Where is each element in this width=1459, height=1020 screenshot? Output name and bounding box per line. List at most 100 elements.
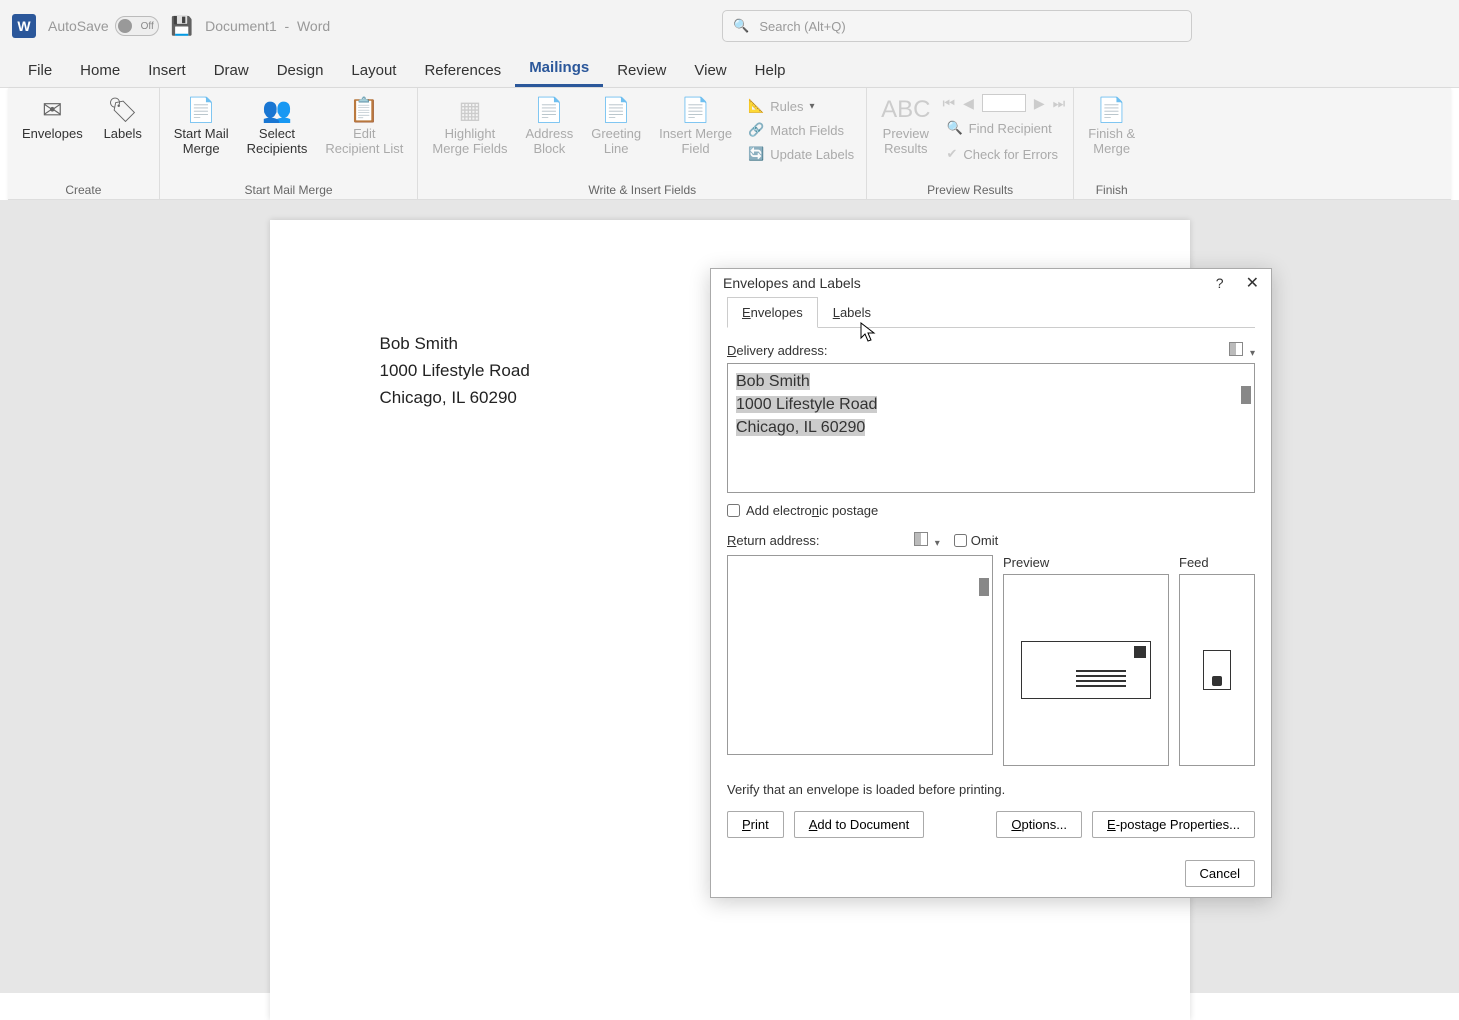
group-create: ✉ Envelopes 🏷 Labels Create (8, 88, 160, 199)
record-navigation: ⏮ ◀ ▶ ⏭ (942, 94, 1065, 112)
scrollbar-thumb[interactable] (1241, 386, 1251, 404)
print-button[interactable]: Print (727, 811, 784, 838)
tab-home[interactable]: Home (66, 54, 134, 87)
envelope-icon: ✉ (42, 96, 62, 124)
labels-tab[interactable]: Labels (818, 297, 886, 328)
merge-field-icon: 📄 (681, 96, 711, 124)
labels-icon: 🏷 (107, 96, 137, 124)
autosave-control[interactable]: AutoSave Off (48, 16, 159, 36)
preview-label: Preview (1003, 555, 1169, 570)
find-recipient-button: 🔍Find Recipient (942, 118, 1065, 138)
ribbon: ✉ Envelopes 🏷 Labels Create 📄 Start Mail… (8, 88, 1451, 200)
delivery-address-label: Delivery address: (727, 343, 827, 358)
check-icon: ✔ (946, 146, 957, 162)
start-mail-merge-button[interactable]: 📄 Start Mail Merge (168, 92, 235, 160)
feed-label: Feed (1179, 555, 1255, 570)
rules-icon: 📐 (748, 98, 764, 114)
preview-icon: ABC (881, 96, 930, 124)
group-write-insert: ▦ Highlight Merge Fields 📄 Address Block… (418, 88, 867, 199)
address-book-dropdown[interactable]: ▾ (1229, 342, 1255, 359)
tab-layout[interactable]: Layout (337, 54, 410, 87)
group-preview-label: Preview Results (875, 183, 1065, 199)
help-icon[interactable]: ? (1216, 275, 1224, 291)
address-block-button: 📄 Address Block (520, 92, 580, 160)
group-write-label: Write & Insert Fields (426, 183, 858, 199)
add-to-document-button[interactable]: Add to Document (794, 811, 924, 838)
envelopes-tab[interactable]: Envelopes (727, 297, 818, 328)
update-icon: 🔄 (748, 146, 764, 162)
tab-mailings[interactable]: Mailings (515, 51, 603, 87)
close-icon[interactable]: ✕ (1246, 273, 1259, 293)
check-errors-button: ✔Check for Errors (942, 144, 1065, 164)
envelope-preview-graphic (1021, 641, 1151, 699)
tab-design[interactable]: Design (263, 54, 338, 87)
envelope-preview[interactable] (1003, 574, 1169, 766)
preview-results-button: ABC Preview Results (875, 92, 936, 160)
address-block-icon: 📄 (534, 96, 564, 124)
rules-button: 📐Rules ▾ (744, 96, 858, 116)
record-number-input (982, 94, 1026, 112)
add-electronic-postage-checkbox[interactable] (727, 504, 740, 517)
search-input[interactable]: 🔍 Search (Alt+Q) (722, 10, 1192, 42)
envelopes-labels-dialog: Envelopes and Labels ? ✕ Envelopes Label… (710, 268, 1272, 898)
verify-text: Verify that an envelope is loaded before… (727, 782, 1255, 797)
edit-recipient-list-button: 📋 Edit Recipient List (319, 92, 409, 160)
envelopes-button[interactable]: ✉ Envelopes (16, 92, 89, 145)
dialog-titlebar: Envelopes and Labels ? ✕ (711, 269, 1271, 296)
epostage-properties-button[interactable]: E-postage Properties... (1092, 811, 1255, 838)
autosave-toggle[interactable]: Off (115, 16, 159, 36)
greeting-icon: 📄 (601, 96, 631, 124)
group-preview-results: ABC Preview Results ⏮ ◀ ▶ ⏭ 🔍Find Recipi… (867, 88, 1074, 199)
search-icon: 🔍 (733, 18, 749, 34)
select-recipients-icon: 👥 (262, 96, 292, 124)
tab-references[interactable]: References (410, 54, 515, 87)
group-finish-label: Finish (1082, 183, 1141, 199)
feed-preview-graphic (1203, 650, 1231, 690)
save-icon[interactable]: 💾 (171, 16, 193, 37)
labels-button[interactable]: 🏷 Labels (95, 92, 151, 145)
first-record-icon: ⏮ (942, 95, 955, 112)
next-record-icon: ▶ (1034, 95, 1045, 112)
insert-merge-field-button: 📄 Insert Merge Field (653, 92, 738, 160)
finish-icon: 📄 (1097, 96, 1127, 124)
group-start-mail-merge: 📄 Start Mail Merge 👥 Select Recipients 📋… (160, 88, 419, 199)
select-recipients-button[interactable]: 👥 Select Recipients (241, 92, 314, 160)
return-address-book-dropdown[interactable]: ▾ (914, 532, 940, 549)
match-fields-button: 🔗Match Fields (744, 120, 858, 140)
prev-record-icon: ◀ (963, 95, 974, 112)
document-title: Document1 - Word (205, 18, 330, 34)
return-address-input[interactable] (727, 555, 993, 755)
omit-label: Omit (971, 533, 998, 548)
feed-preview[interactable] (1179, 574, 1255, 766)
finish-merge-button: 📄 Finish & Merge (1082, 92, 1141, 160)
return-address-label: Return address: (727, 533, 820, 548)
update-labels-button: 🔄Update Labels (744, 144, 858, 164)
dialog-tabs: Envelopes Labels (727, 296, 1255, 328)
group-finish: 📄 Finish & Merge Finish (1074, 88, 1149, 199)
address-book-icon (1229, 342, 1243, 356)
tab-draw[interactable]: Draw (200, 54, 263, 87)
cancel-button[interactable]: Cancel (1185, 860, 1255, 887)
tab-help[interactable]: Help (741, 54, 800, 87)
find-icon: 🔍 (946, 120, 962, 136)
scrollbar-thumb[interactable] (979, 578, 989, 596)
tab-file[interactable]: File (14, 54, 66, 87)
tab-view[interactable]: View (680, 54, 740, 87)
tab-insert[interactable]: Insert (134, 54, 200, 87)
start-mail-merge-icon: 📄 (186, 96, 216, 124)
autosave-label: AutoSave (48, 18, 109, 34)
ribbon-tabs: File Home Insert Draw Design Layout Refe… (0, 52, 1459, 88)
options-button[interactable]: Options... (996, 811, 1082, 838)
search-placeholder: Search (Alt+Q) (759, 19, 845, 34)
delivery-address-input[interactable]: Bob Smith 1000 Lifestyle Road Chicago, I… (727, 363, 1255, 493)
tab-review[interactable]: Review (603, 54, 680, 87)
omit-checkbox[interactable] (954, 534, 967, 547)
highlight-icon: ▦ (459, 96, 482, 124)
match-icon: 🔗 (748, 122, 764, 138)
dialog-title-text: Envelopes and Labels (723, 275, 861, 291)
add-electronic-postage-label: Add electronic postage (746, 503, 878, 518)
edit-recipient-icon: 📋 (349, 96, 379, 124)
last-record-icon: ⏭ (1053, 95, 1066, 112)
highlight-merge-fields-button: ▦ Highlight Merge Fields (426, 92, 513, 160)
word-app-icon: W (12, 14, 36, 38)
